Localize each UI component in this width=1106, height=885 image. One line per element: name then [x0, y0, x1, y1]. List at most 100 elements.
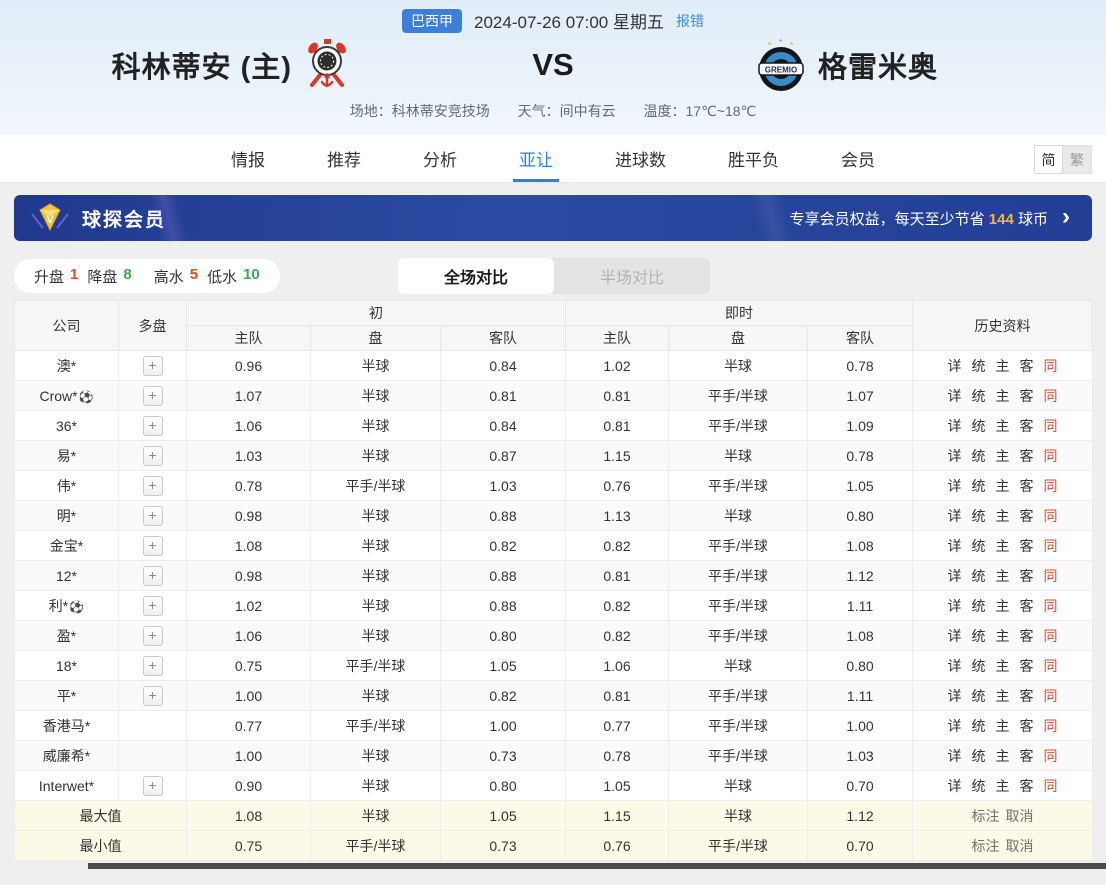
- history-link-stats[interactable]: 统: [972, 718, 986, 734]
- history-link-detail[interactable]: 详: [948, 628, 962, 644]
- history-link-same[interactable]: 同: [1044, 538, 1058, 554]
- nav-tab-情报[interactable]: 情报: [231, 135, 265, 182]
- expand-plus-button[interactable]: +: [143, 416, 163, 436]
- history-link-stats[interactable]: 统: [972, 388, 986, 404]
- history-link-same[interactable]: 同: [1044, 358, 1058, 374]
- expand-plus-button[interactable]: +: [143, 626, 163, 646]
- history-link-home[interactable]: 主: [996, 688, 1010, 704]
- history-link-same[interactable]: 同: [1044, 718, 1058, 734]
- history-link-stats[interactable]: 统: [972, 358, 986, 374]
- history-link-away[interactable]: 客: [1020, 598, 1034, 614]
- expand-plus-button[interactable]: +: [143, 656, 163, 676]
- history-link-home[interactable]: 主: [996, 748, 1010, 764]
- history-link-same[interactable]: 同: [1044, 658, 1058, 674]
- history-link-detail[interactable]: 详: [948, 478, 962, 494]
- history-link-same[interactable]: 同: [1044, 748, 1058, 764]
- history-link-detail[interactable]: 详: [948, 598, 962, 614]
- nav-tab-推荐[interactable]: 推荐: [327, 135, 361, 182]
- history-link-same[interactable]: 同: [1044, 418, 1058, 434]
- report-error-link[interactable]: 报错: [676, 11, 704, 31]
- history-link-detail[interactable]: 详: [948, 358, 962, 374]
- mark-link[interactable]: 标注: [972, 808, 1000, 824]
- expand-plus-button[interactable]: +: [143, 356, 163, 376]
- history-link-same[interactable]: 同: [1044, 778, 1058, 794]
- history-link-detail[interactable]: 详: [948, 658, 962, 674]
- history-link-home[interactable]: 主: [996, 508, 1010, 524]
- expand-plus-button[interactable]: +: [143, 446, 163, 466]
- history-link-away[interactable]: 客: [1020, 778, 1034, 794]
- history-link-detail[interactable]: 详: [948, 568, 962, 584]
- history-link-same[interactable]: 同: [1044, 568, 1058, 584]
- history-link-away[interactable]: 客: [1020, 628, 1034, 644]
- history-link-home[interactable]: 主: [996, 418, 1010, 434]
- expand-plus-button[interactable]: +: [143, 566, 163, 586]
- history-link-same[interactable]: 同: [1044, 628, 1058, 644]
- expand-plus-button[interactable]: +: [143, 686, 163, 706]
- mark-link[interactable]: 标注: [972, 838, 1000, 854]
- history-link-away[interactable]: 客: [1020, 508, 1034, 524]
- expand-plus-button[interactable]: +: [143, 506, 163, 526]
- expand-plus-button[interactable]: +: [143, 596, 163, 616]
- nav-tab-胜平负[interactable]: 胜平负: [728, 135, 779, 182]
- history-link-detail[interactable]: 详: [948, 688, 962, 704]
- history-link-away[interactable]: 客: [1020, 718, 1034, 734]
- history-link-stats[interactable]: 统: [972, 478, 986, 494]
- tab-half-match-compare[interactable]: 半场对比: [554, 258, 710, 294]
- league-badge[interactable]: 巴西甲: [402, 9, 462, 33]
- lang-simplified-button[interactable]: 简: [1034, 145, 1063, 174]
- history-link-away[interactable]: 客: [1020, 748, 1034, 764]
- tab-full-match-compare[interactable]: 全场对比: [398, 258, 554, 294]
- history-link-same[interactable]: 同: [1044, 598, 1058, 614]
- history-link-stats[interactable]: 统: [972, 418, 986, 434]
- history-link-same[interactable]: 同: [1044, 448, 1058, 464]
- history-link-detail[interactable]: 详: [948, 388, 962, 404]
- history-link-same[interactable]: 同: [1044, 508, 1058, 524]
- history-link-home[interactable]: 主: [996, 628, 1010, 644]
- history-link-away[interactable]: 客: [1020, 478, 1034, 494]
- lang-traditional-button[interactable]: 繁: [1063, 145, 1092, 174]
- history-link-detail[interactable]: 详: [948, 718, 962, 734]
- nav-tab-进球数[interactable]: 进球数: [615, 135, 666, 182]
- history-link-home[interactable]: 主: [996, 478, 1010, 494]
- history-link-stats[interactable]: 统: [972, 538, 986, 554]
- history-link-same[interactable]: 同: [1044, 388, 1058, 404]
- cancel-link[interactable]: 取消: [1006, 838, 1034, 854]
- history-link-stats[interactable]: 统: [972, 748, 986, 764]
- history-link-detail[interactable]: 详: [948, 418, 962, 434]
- expand-plus-button[interactable]: +: [143, 776, 163, 796]
- history-link-away[interactable]: 客: [1020, 418, 1034, 434]
- history-link-home[interactable]: 主: [996, 358, 1010, 374]
- history-link-away[interactable]: 客: [1020, 568, 1034, 584]
- history-link-home[interactable]: 主: [996, 568, 1010, 584]
- history-link-home[interactable]: 主: [996, 718, 1010, 734]
- expand-plus-button[interactable]: +: [143, 386, 163, 406]
- history-link-stats[interactable]: 统: [972, 508, 986, 524]
- history-link-same[interactable]: 同: [1044, 478, 1058, 494]
- history-link-detail[interactable]: 详: [948, 508, 962, 524]
- expand-plus-button[interactable]: +: [143, 476, 163, 496]
- history-link-detail[interactable]: 详: [948, 778, 962, 794]
- history-link-stats[interactable]: 统: [972, 778, 986, 794]
- expand-plus-button[interactable]: +: [143, 536, 163, 556]
- vip-banner[interactable]: V 球探会员 专享会员权益，每天至少节省 144 球币 ›: [14, 195, 1092, 241]
- history-link-away[interactable]: 客: [1020, 688, 1034, 704]
- nav-tab-亚让[interactable]: 亚让: [519, 135, 553, 182]
- history-link-home[interactable]: 主: [996, 538, 1010, 554]
- history-link-home[interactable]: 主: [996, 598, 1010, 614]
- history-link-away[interactable]: 客: [1020, 388, 1034, 404]
- history-link-away[interactable]: 客: [1020, 658, 1034, 674]
- history-link-away[interactable]: 客: [1020, 448, 1034, 464]
- history-link-home[interactable]: 主: [996, 388, 1010, 404]
- nav-tab-分析[interactable]: 分析: [423, 135, 457, 182]
- history-link-stats[interactable]: 统: [972, 598, 986, 614]
- history-link-home[interactable]: 主: [996, 448, 1010, 464]
- nav-tab-会员[interactable]: 会员: [841, 135, 875, 182]
- history-link-detail[interactable]: 详: [948, 538, 962, 554]
- history-link-detail[interactable]: 详: [948, 748, 962, 764]
- history-link-away[interactable]: 客: [1020, 358, 1034, 374]
- history-link-stats[interactable]: 统: [972, 688, 986, 704]
- history-link-stats[interactable]: 统: [972, 448, 986, 464]
- history-link-stats[interactable]: 统: [972, 568, 986, 584]
- history-link-home[interactable]: 主: [996, 778, 1010, 794]
- history-link-away[interactable]: 客: [1020, 538, 1034, 554]
